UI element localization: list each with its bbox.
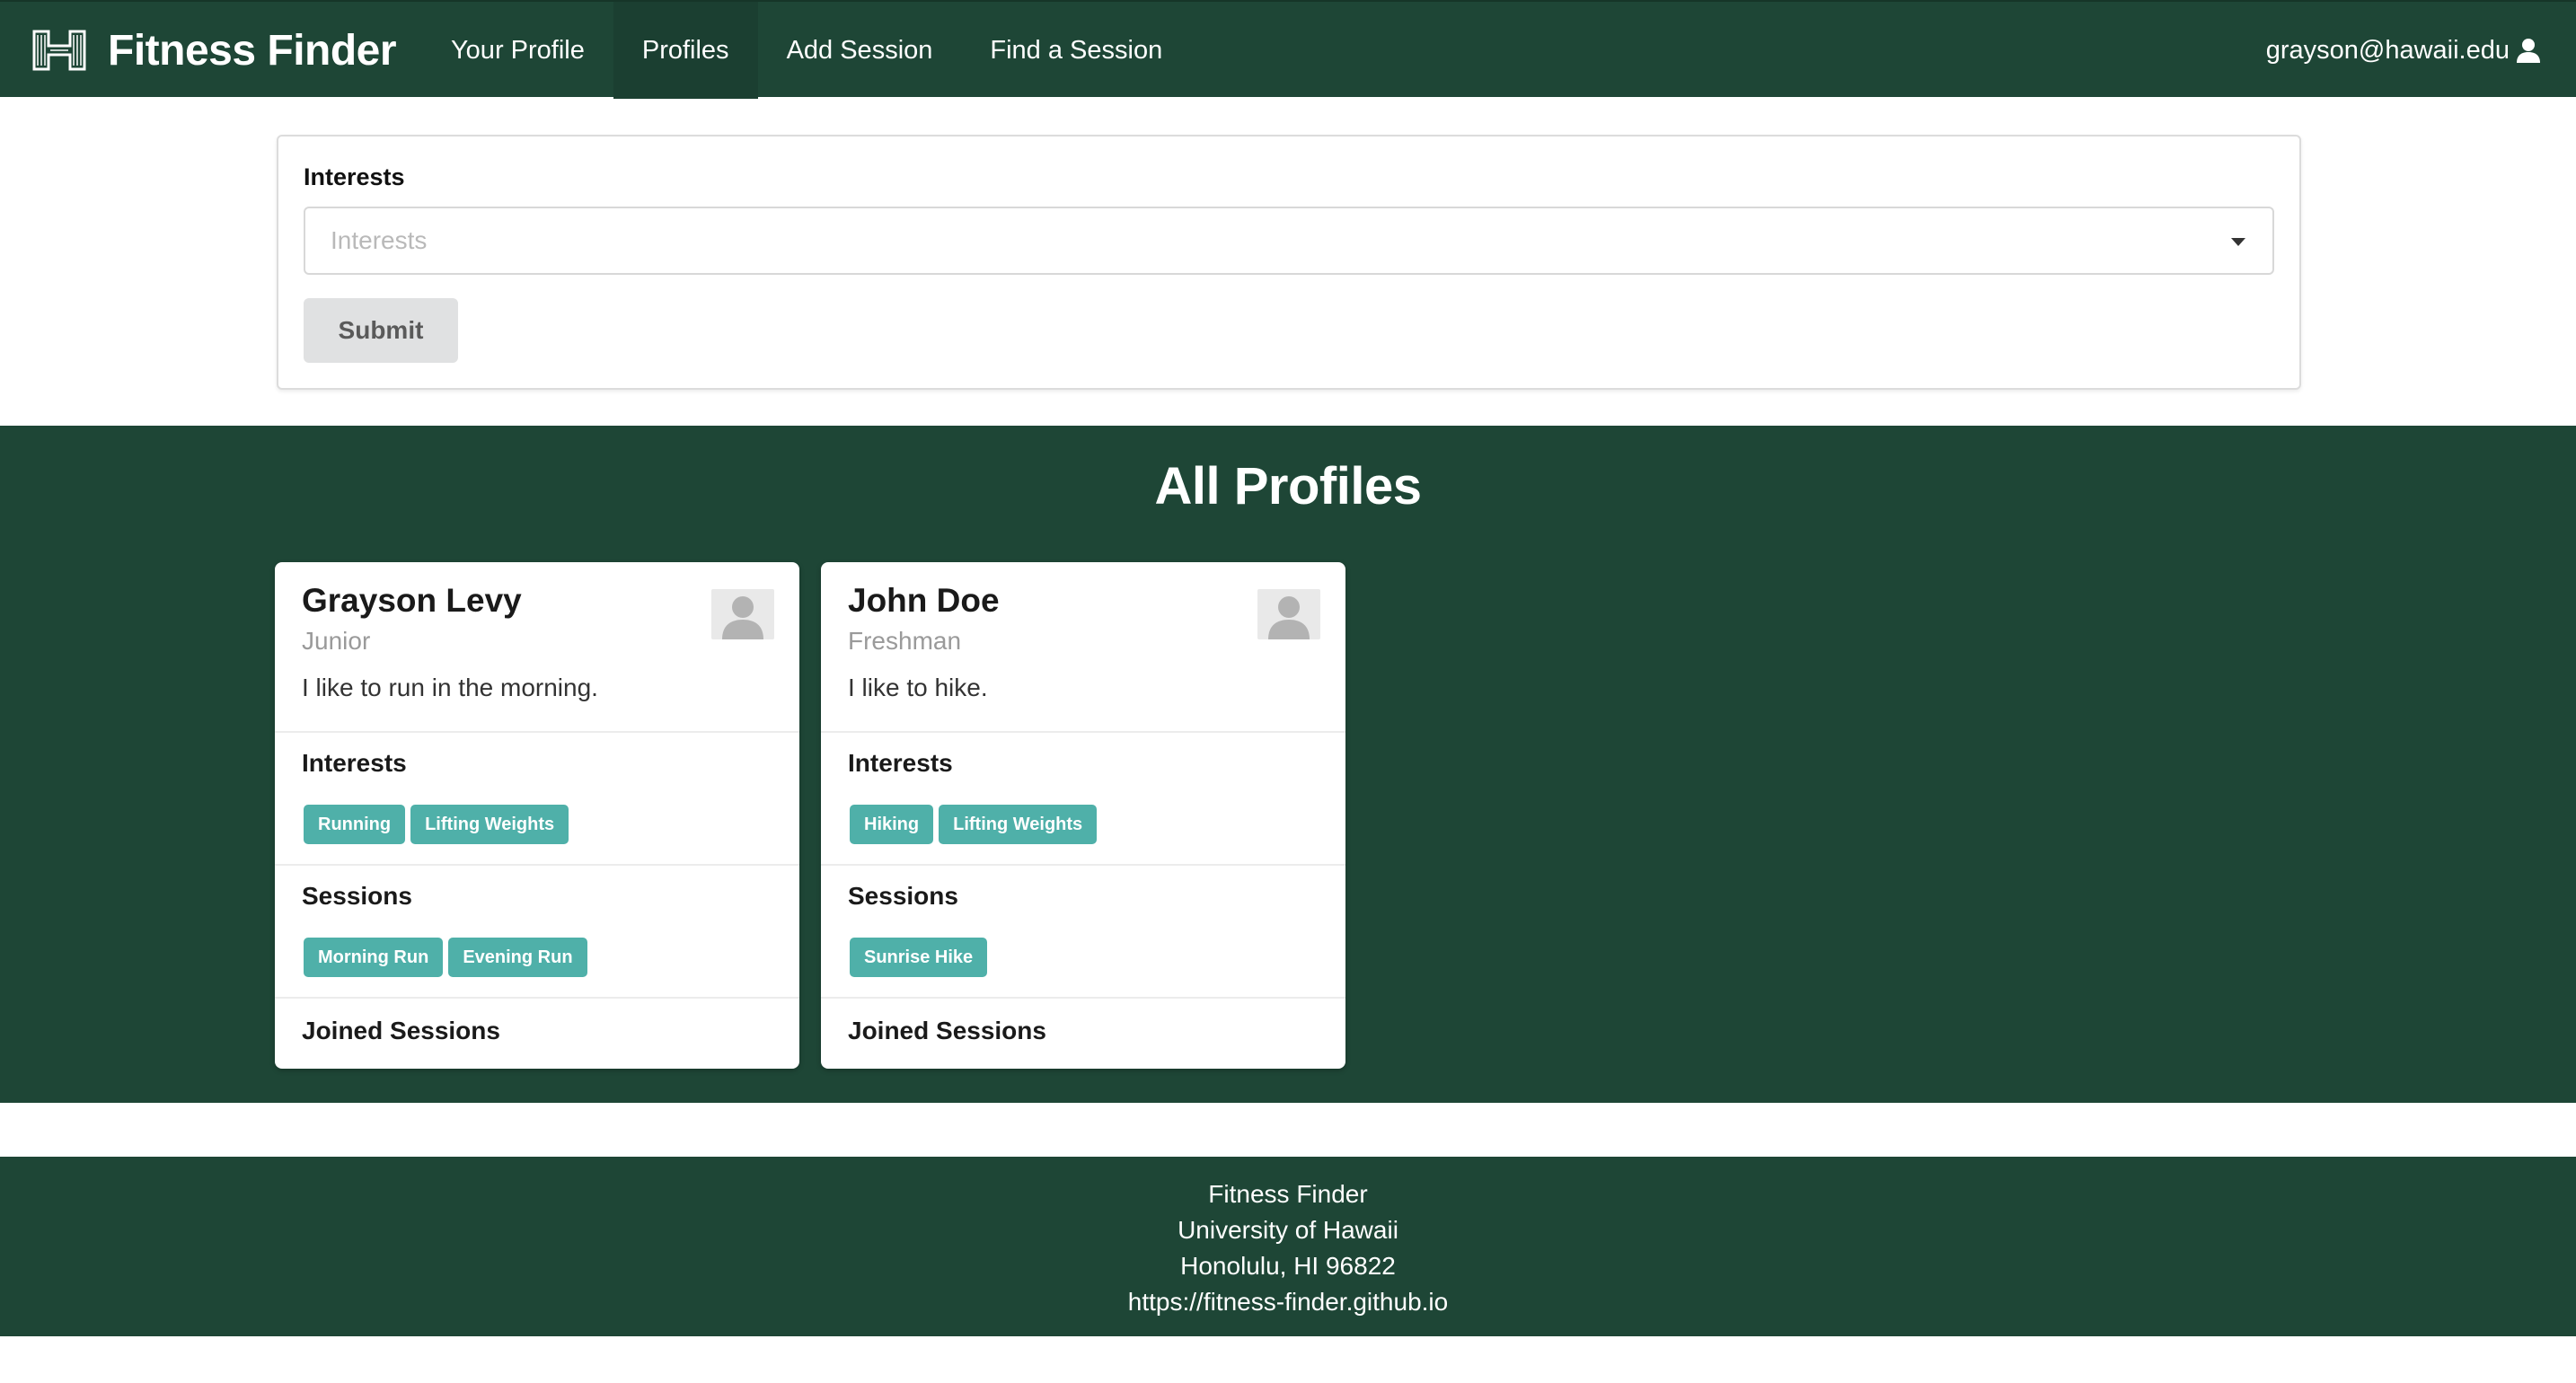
uh-h-logo-icon [32,30,86,71]
interests-section: Interests Hiking Lifting Weights [821,733,1345,866]
profile-bio: I like to run in the morning. [302,674,598,701]
interests-label: Interests [304,163,405,190]
interests-tags: Running Lifting Weights [304,805,569,844]
user-email: grayson@hawaii.edu [2265,35,2510,65]
profile-card: Grayson Levy Junior I like to run in the… [275,562,799,1069]
nav-link-find-a-session[interactable]: Find a Session [961,2,1191,99]
sessions-title: Sessions [302,882,412,910]
brand-name: Fitness Finder [108,26,397,75]
profile-bio: I like to hike. [848,674,988,701]
session-tag[interactable]: Evening Run [448,938,587,977]
interest-tag[interactable]: Running [304,805,406,844]
profile-name: John Doe [848,582,1000,619]
interests-tags: Hiking Lifting Weights [850,805,1098,844]
footer-text: Fitness Finder University of Hawaii Hono… [0,1176,2576,1320]
session-tag[interactable]: Morning Run [304,938,444,977]
interests-title: Interests [302,749,407,777]
avatar-placeholder-icon [711,589,774,639]
interests-placeholder: Interests [331,226,428,254]
footer-url-link[interactable]: https://fitness-finder.github.io [0,1284,2576,1320]
profile-year: Freshman [848,627,962,655]
sessions-tags: Morning Run Evening Run [304,938,587,977]
sessions-section: Sessions Sunrise Hike [821,866,1345,999]
user-menu[interactable]: grayson@hawaii.edu [2266,2,2542,99]
brand-link[interactable]: Fitness Finder [29,23,397,77]
profile-card-header: Grayson Levy Junior I like to run in the… [275,562,799,733]
profile-name: Grayson Levy [302,582,522,619]
profile-card-header: John Doe Freshman I like to hike. [821,562,1345,733]
joined-sessions-section: Joined Sessions [821,999,1345,1069]
interests-section: Interests Running Lifting Weights [275,733,799,866]
nav-link-your-profile[interactable]: Your Profile [422,2,613,99]
interest-tag[interactable]: Hiking [850,805,934,844]
sessions-section: Sessions Morning Run Evening Run [275,866,799,999]
user-icon [2517,39,2540,63]
footer-university: University of Hawaii [1178,1216,1398,1244]
interest-tag[interactable]: Lifting Weights [939,805,1098,844]
top-navbar: Fitness Finder Your Profile Profiles Add… [0,0,2576,99]
nav-links: Your Profile Profiles Add Session Find a… [422,2,1191,99]
sessions-title: Sessions [848,882,958,910]
all-profiles-section: All Profiles Grayson Levy Junior I like … [0,426,2576,1103]
nav-link-profiles[interactable]: Profiles [613,2,758,99]
submit-button[interactable]: Submit [304,298,458,363]
session-tag[interactable]: Sunrise Hike [850,938,988,977]
interests-dropdown[interactable]: Interests [304,207,2274,275]
profile-card: John Doe Freshman I like to hike. Intere… [821,562,1345,1069]
avatar-placeholder-icon [1257,589,1320,639]
footer: Fitness Finder University of Hawaii Hono… [0,1157,2576,1336]
interests-title: Interests [848,749,953,777]
footer-address: Honolulu, HI 96822 [1180,1252,1396,1280]
interests-filter-form: Interests Interests Submit [277,135,2301,390]
joined-sessions-title: Joined Sessions [302,1017,500,1044]
interest-tag[interactable]: Lifting Weights [410,805,569,844]
sessions-tags: Sunrise Hike [850,938,988,977]
joined-sessions-section: Joined Sessions [275,999,799,1069]
profile-year: Junior [302,627,371,655]
footer-app-name: Fitness Finder [1208,1180,1368,1208]
section-title: All Profiles [1154,457,1422,515]
nav-link-add-session[interactable]: Add Session [758,2,962,99]
caret-down-icon [2231,238,2245,246]
joined-sessions-title: Joined Sessions [848,1017,1046,1044]
